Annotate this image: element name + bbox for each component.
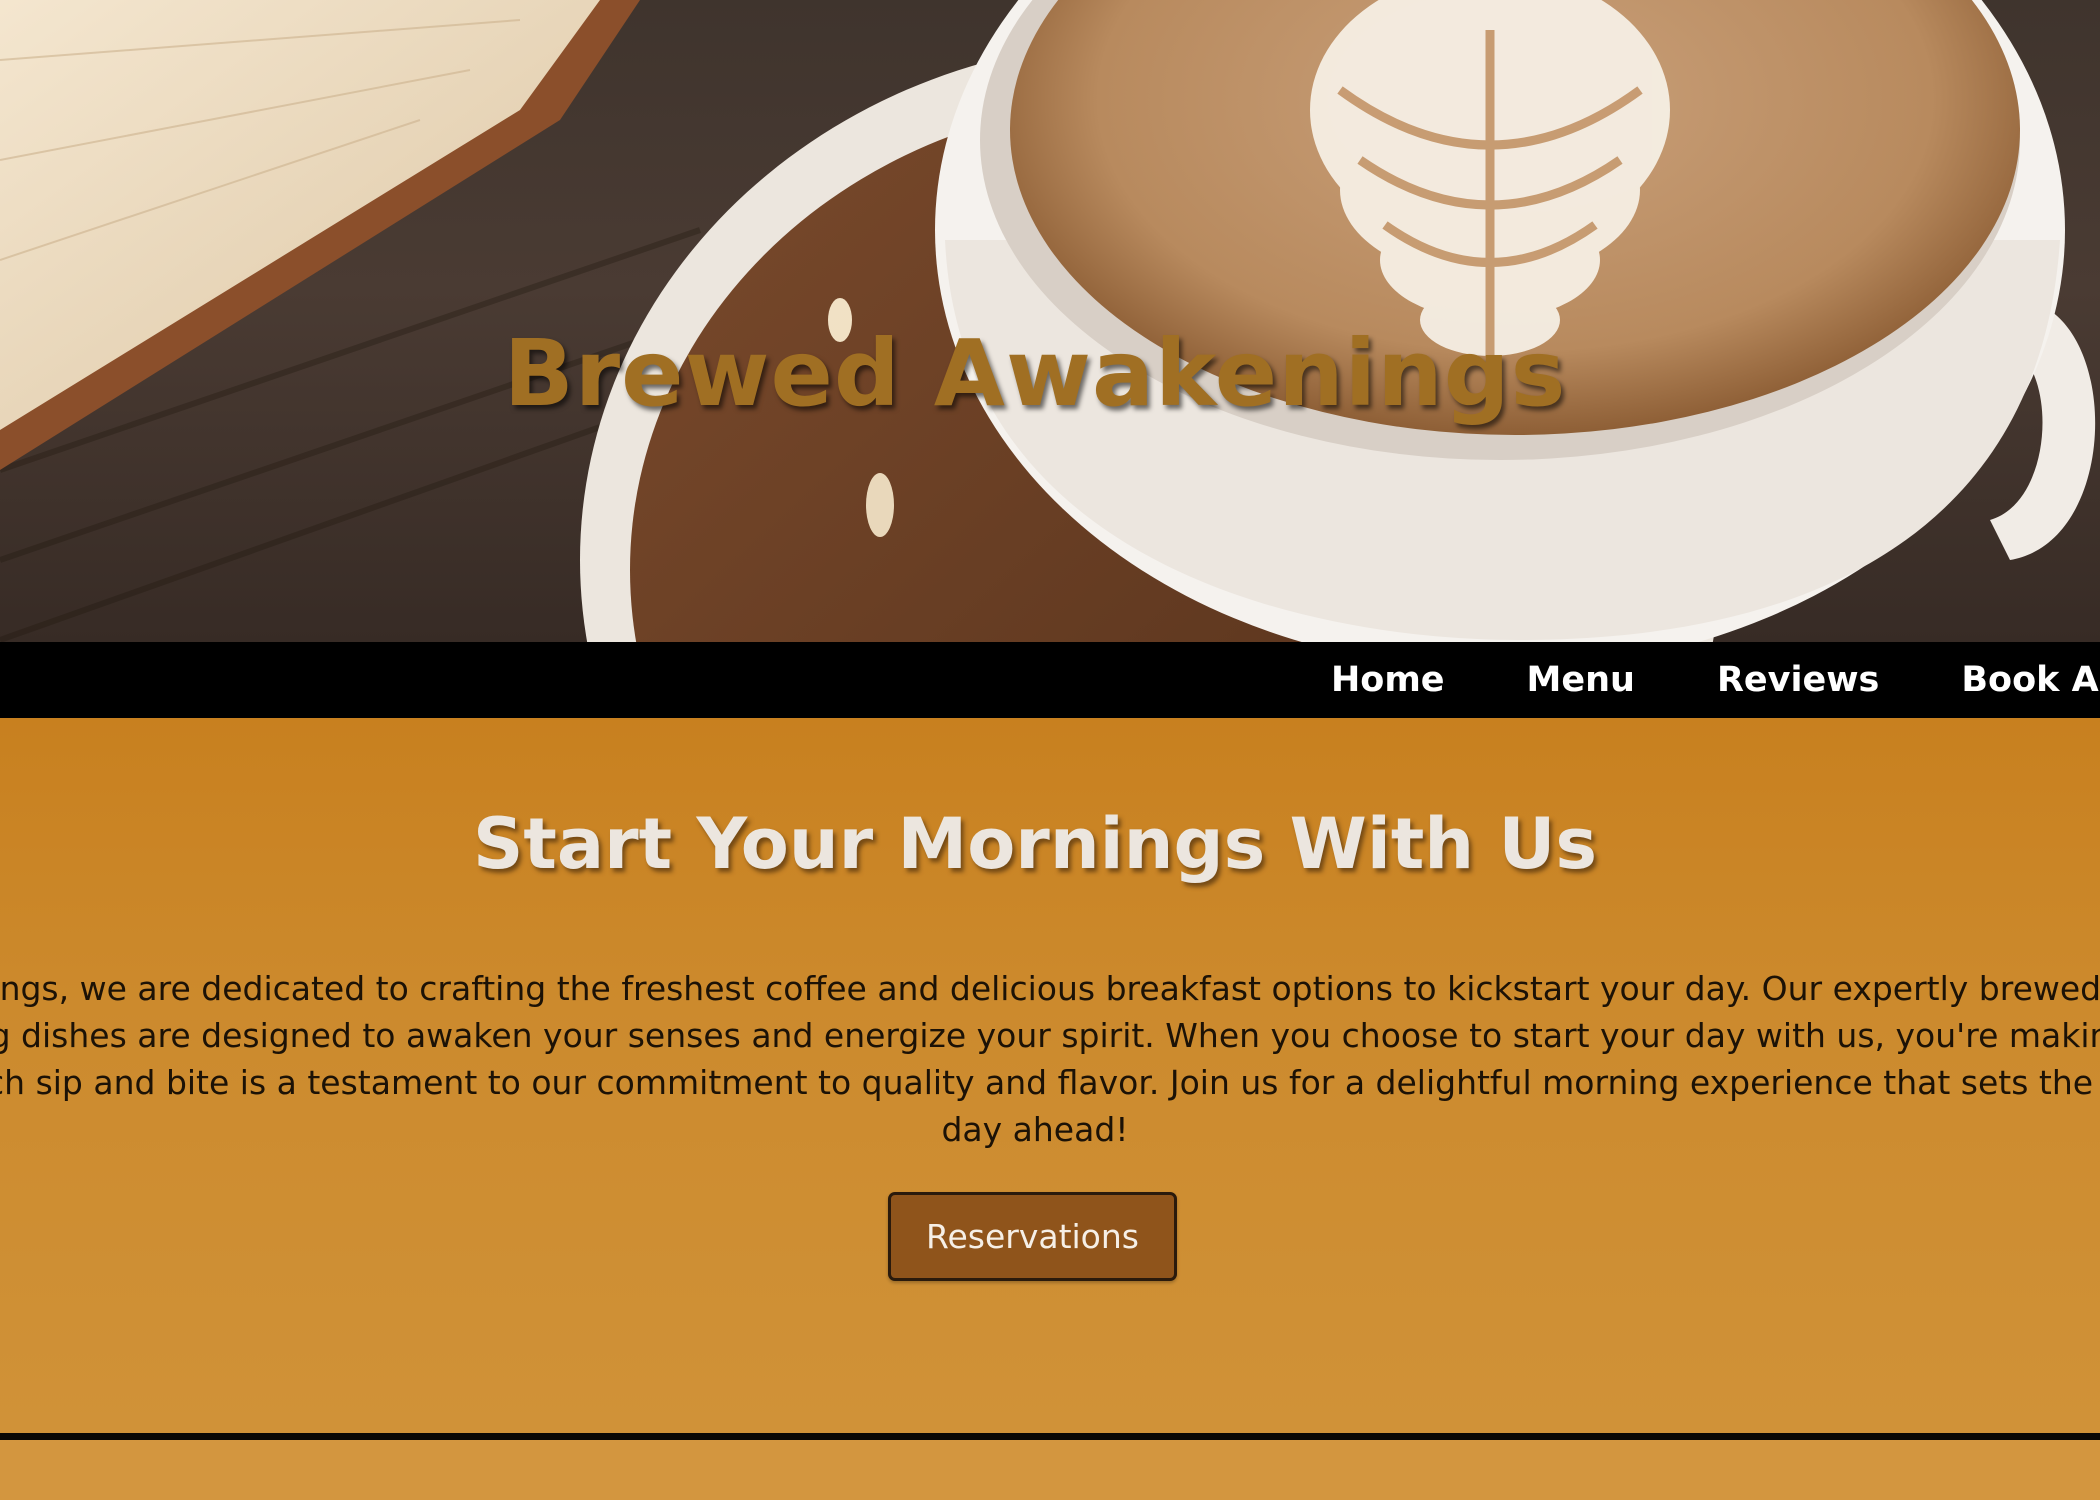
site-title: Brewed Awakenings: [503, 320, 1567, 427]
intro-line: enings, we are dedicated to crafting the…: [0, 969, 2100, 1008]
main-nav: Home Menu Reviews Book A Rese: [0, 642, 2100, 718]
nav-home-link[interactable]: Home: [1331, 660, 1445, 700]
section-divider: [0, 1433, 2100, 1440]
intro-line: day ahead!: [941, 1110, 1129, 1149]
intro-section: Start Your Mornings With Us enings, we a…: [0, 718, 2100, 1433]
intro-heading: Start Your Mornings With Us: [473, 803, 1597, 885]
nav-book-reservation-link[interactable]: Book A Rese: [1961, 660, 2100, 700]
reservations-button[interactable]: Reservations: [888, 1192, 1177, 1281]
nav-reviews-link[interactable]: Reviews: [1717, 660, 1879, 700]
intro-paragraph: enings, we are dedicated to crafting the…: [0, 965, 2100, 1153]
intro-line: ning dishes are designed to awaken your …: [0, 1016, 2100, 1055]
hero-banner: Brewed Awakenings: [0, 0, 2100, 642]
nav-list: Home Menu Reviews Book A Rese: [1331, 642, 2100, 718]
intro-line: each sip and bite is a testament to our …: [0, 1063, 2100, 1102]
nav-menu-link[interactable]: Menu: [1527, 660, 1635, 700]
next-section: [0, 1440, 2100, 1500]
